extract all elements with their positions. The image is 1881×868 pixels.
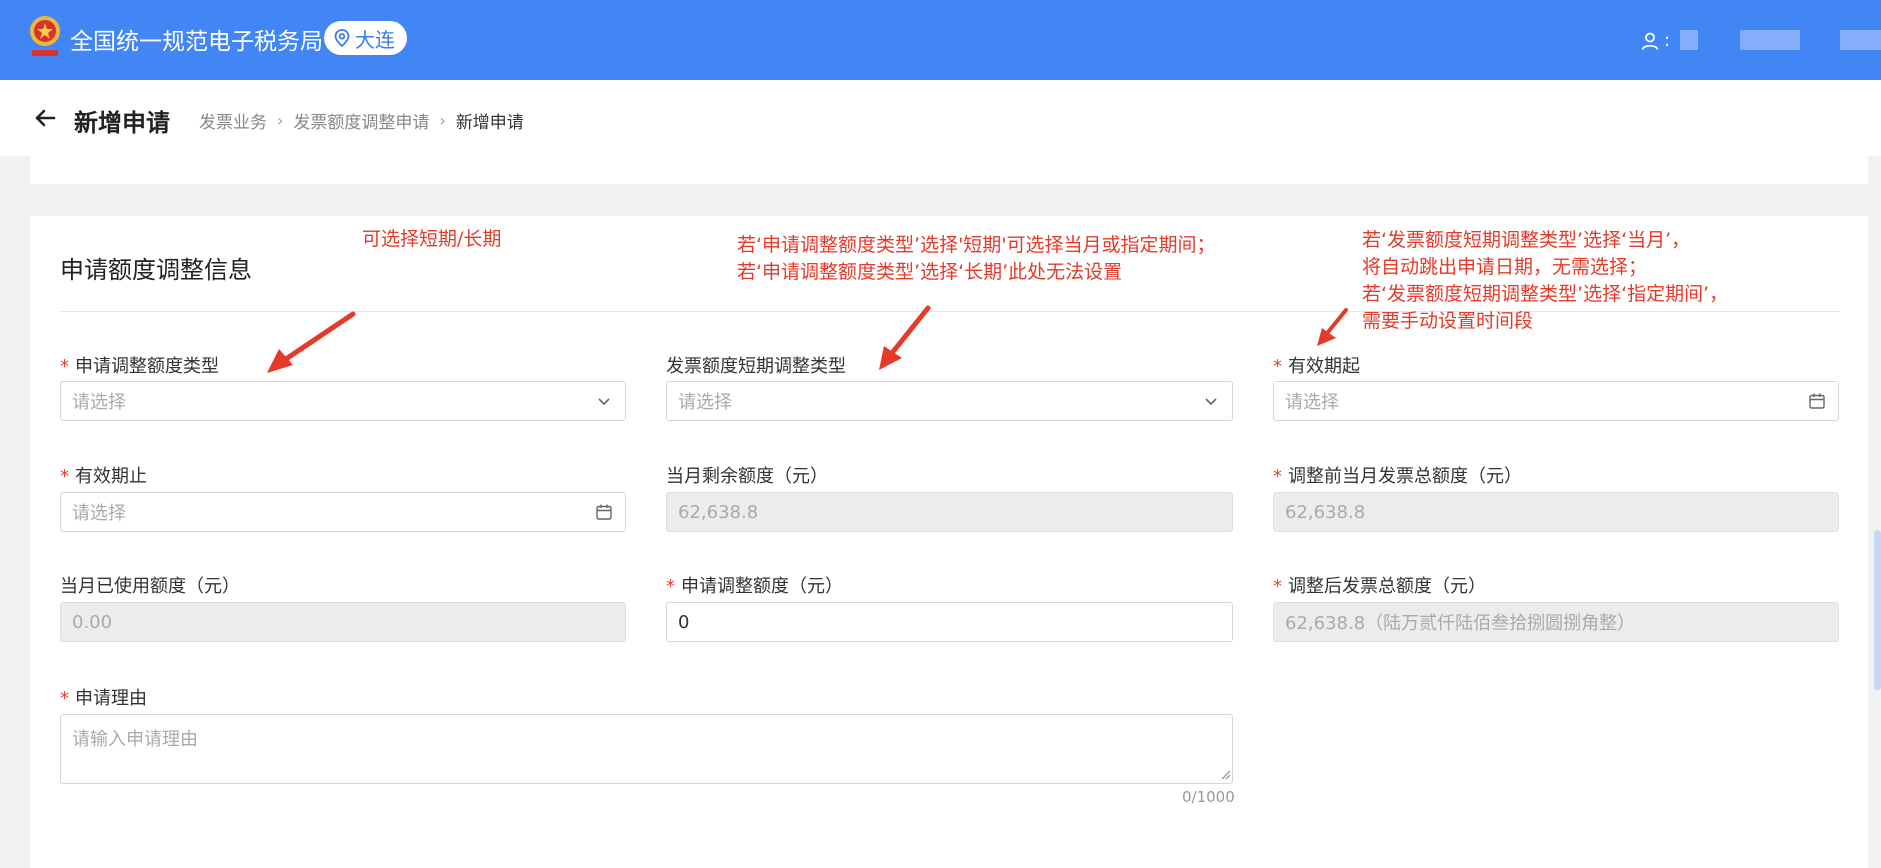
chevron-down-icon: [598, 398, 610, 406]
annotation-arrow-1: [267, 311, 356, 373]
scrollbar-thumb[interactable]: [1874, 530, 1881, 690]
month-used-field: 0.00: [60, 602, 626, 642]
location-pin-icon: [334, 29, 350, 47]
back-arrow-icon[interactable]: [33, 106, 57, 130]
chevron-down-icon: [1205, 398, 1217, 406]
month-remaining-label: 当月剩余额度（元）: [666, 466, 828, 487]
city-name: 大连: [355, 27, 395, 52]
valid-to-datepicker[interactable]: 请选择: [60, 492, 626, 532]
annotation-arrow-2: [879, 305, 931, 370]
adjust-type-select[interactable]: 请选择: [60, 381, 626, 421]
crumb-current: 新增申请: [455, 113, 524, 133]
crumb-quota-adjust[interactable]: 发票额度调整申请: [293, 108, 429, 133]
annotation-2-line2: 若‘申请调整额度类型’选择‘长期’此处无法设置: [737, 261, 1123, 283]
valid-from-datepicker[interactable]: 请选择: [1273, 381, 1839, 421]
calendar-icon: [1809, 393, 1825, 409]
annotation-3-line4: 需要手动设置时间段: [1362, 310, 1534, 332]
adjust-type-label: * 申请调整额度类型: [60, 356, 219, 377]
resize-handle-icon[interactable]: [1219, 768, 1231, 780]
tax-emblem-logo: [30, 16, 60, 56]
city-selector[interactable]: 大连: [324, 21, 407, 55]
apply-amount-input[interactable]: 0: [666, 602, 1233, 642]
annotation-3-line2: 将自动跳出申请日期，无需选择；: [1362, 256, 1648, 278]
user-menu[interactable]: :: [1640, 30, 1670, 51]
valid-from-label: * 有效期起: [1273, 356, 1360, 377]
month-used-label: 当月已使用额度（元）: [60, 576, 240, 597]
short-type-select[interactable]: 请选择: [666, 381, 1233, 421]
after-total-label: * 调整后发票总额度（元）: [1273, 576, 1486, 597]
scroll-track: [1868, 156, 1881, 868]
masked-org-info: [1740, 30, 1800, 50]
section-title: 申请额度调整信息: [60, 256, 252, 284]
annotation-2-line1: 若‘申请调整额度类型’选择'短期'可选择当月或指定期间；: [737, 234, 1216, 256]
apply-amount-label: * 申请调整额度（元）: [666, 576, 843, 597]
char-counter: 0/1000: [1182, 788, 1235, 806]
crumb-invoice-business[interactable]: 发票业务: [199, 108, 267, 133]
annotation-3-line1: 若‘发票额度短期调整类型’选择‘当月’，: [1362, 229, 1691, 251]
top-panel: [30, 156, 1868, 184]
breadcrumb: 发票业务 › 发票额度调整申请 › 新增申请: [199, 108, 524, 133]
valid-to-label: * 有效期止: [60, 466, 147, 487]
annotation-1: 可选择短期/长期: [362, 228, 502, 250]
annotation-3-line3: 若‘发票额度短期调整类型’选择‘指定期间’，: [1362, 283, 1729, 305]
annotation-arrow-3: [1317, 308, 1348, 346]
user-name-prefix: :: [1664, 30, 1671, 51]
page-title: 新增申请: [74, 109, 170, 137]
app-title: 全国统一规范电子税务局: [70, 29, 323, 55]
calendar-icon: [596, 504, 612, 520]
masked-extra-info: [1840, 30, 1881, 50]
masked-user-info: [1680, 30, 1698, 50]
before-total-field: 62,638.8: [1273, 492, 1839, 532]
reason-label: * 申请理由: [60, 688, 147, 709]
after-total-field: 62,638.8（陆万贰仟陆佰叁拾捌圆捌角整）: [1273, 602, 1839, 642]
chevron-right-icon: ›: [277, 111, 284, 130]
user-icon: [1641, 32, 1659, 50]
before-total-label: * 调整前当月发票总额度（元）: [1273, 466, 1522, 487]
month-remaining-field: 62,638.8: [666, 492, 1233, 532]
reason-textarea[interactable]: 请输入申请理由: [60, 714, 1233, 784]
chevron-right-icon: ›: [439, 111, 446, 130]
short-type-label: 发票额度短期调整类型: [666, 356, 846, 377]
